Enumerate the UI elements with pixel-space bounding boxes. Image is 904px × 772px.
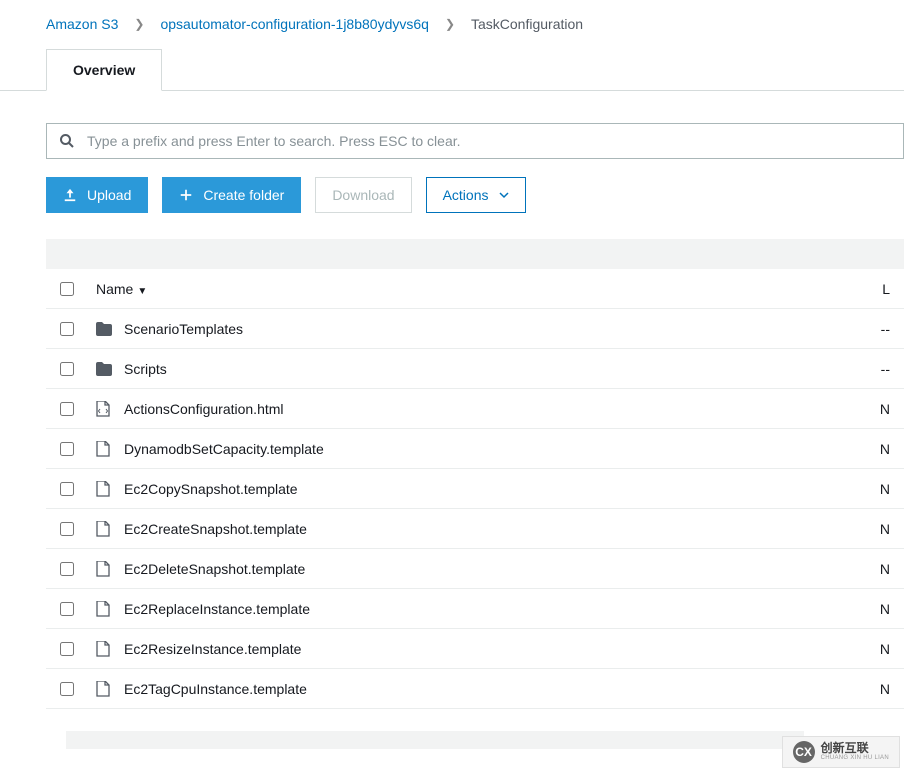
object-last: N bbox=[876, 441, 890, 457]
object-name[interactable]: Scripts bbox=[124, 361, 876, 377]
folder-icon bbox=[96, 322, 124, 336]
create-folder-button[interactable]: Create folder bbox=[162, 177, 301, 213]
object-last: N bbox=[876, 401, 890, 417]
object-name[interactable]: DynamodbSetCapacity.template bbox=[124, 441, 876, 457]
tab-overview[interactable]: Overview bbox=[46, 49, 162, 91]
object-last: N bbox=[876, 681, 890, 697]
table-row[interactable]: Ec2TagCpuInstance.templateN bbox=[46, 669, 904, 709]
scrollbar[interactable] bbox=[66, 731, 804, 749]
object-name[interactable]: Ec2TagCpuInstance.template bbox=[124, 681, 876, 697]
file-icon bbox=[96, 441, 124, 457]
object-last: N bbox=[876, 521, 890, 537]
object-name[interactable]: Ec2ReplaceInstance.template bbox=[124, 601, 876, 617]
row-checkbox[interactable] bbox=[60, 322, 74, 336]
breadcrumb: Amazon S3 ❯ opsautomator-configuration-1… bbox=[0, 0, 904, 48]
toolbar: Upload Create folder Download Actions bbox=[46, 177, 904, 213]
file-icon bbox=[96, 681, 124, 697]
row-checkbox[interactable] bbox=[60, 562, 74, 576]
table-row[interactable]: Ec2CreateSnapshot.templateN bbox=[46, 509, 904, 549]
object-name[interactable]: Ec2CreateSnapshot.template bbox=[124, 521, 876, 537]
object-last: -- bbox=[876, 321, 890, 337]
chevron-right-icon: ❯ bbox=[445, 17, 455, 31]
table-row[interactable]: Scripts-- bbox=[46, 349, 904, 389]
breadcrumb-current: TaskConfiguration bbox=[471, 16, 583, 32]
chevron-right-icon: ❯ bbox=[134, 17, 144, 31]
row-checkbox[interactable] bbox=[60, 522, 74, 536]
row-checkbox[interactable] bbox=[60, 602, 74, 616]
row-checkbox[interactable] bbox=[60, 362, 74, 376]
table-row[interactable]: Ec2ResizeInstance.templateN bbox=[46, 629, 904, 669]
row-checkbox[interactable] bbox=[60, 682, 74, 696]
column-name-label: Name bbox=[96, 281, 133, 297]
object-table: Name▼ L ScenarioTemplates--Scripts--Acti… bbox=[46, 269, 904, 709]
row-checkbox[interactable] bbox=[60, 402, 74, 416]
table-row[interactable]: ScenarioTemplates-- bbox=[46, 309, 904, 349]
table-header: Name ▼ L bbox=[46, 269, 904, 309]
table-row[interactable]: Ec2CopySnapshot.templateN bbox=[46, 469, 904, 509]
object-name[interactable]: ActionsConfiguration.html bbox=[124, 401, 876, 417]
object-name[interactable]: Ec2CopySnapshot.template bbox=[124, 481, 876, 497]
file-icon bbox=[96, 521, 124, 537]
download-label: Download bbox=[332, 187, 394, 203]
watermark: CX 创新互联 CHUANG XIN HU LIAN bbox=[782, 736, 900, 768]
search-input[interactable] bbox=[87, 124, 903, 158]
watermark-icon: CX bbox=[793, 741, 815, 763]
table-row[interactable]: DynamodbSetCapacity.templateN bbox=[46, 429, 904, 469]
row-checkbox[interactable] bbox=[60, 642, 74, 656]
breadcrumb-root[interactable]: Amazon S3 bbox=[46, 16, 118, 32]
upload-icon bbox=[63, 188, 77, 202]
table-row[interactable]: ActionsConfiguration.htmlN bbox=[46, 389, 904, 429]
object-last: N bbox=[876, 561, 890, 577]
plus-icon bbox=[179, 188, 193, 202]
html-file-icon bbox=[96, 401, 124, 417]
row-checkbox[interactable] bbox=[60, 442, 74, 456]
table-row[interactable]: Ec2DeleteSnapshot.templateN bbox=[46, 549, 904, 589]
actions-label: Actions bbox=[443, 187, 489, 203]
file-icon bbox=[96, 601, 124, 617]
tab-bar: Overview bbox=[0, 48, 904, 91]
object-name[interactable]: ScenarioTemplates bbox=[124, 321, 876, 337]
folder-icon bbox=[96, 362, 124, 376]
object-last: N bbox=[876, 481, 890, 497]
row-checkbox[interactable] bbox=[60, 482, 74, 496]
chevron-down-icon bbox=[499, 190, 509, 200]
upload-button[interactable]: Upload bbox=[46, 177, 148, 213]
upload-label: Upload bbox=[87, 187, 131, 203]
watermark-ch: 创新互联 bbox=[821, 742, 889, 755]
breadcrumb-bucket[interactable]: opsautomator-configuration-1j8b80ydyvs6q bbox=[160, 16, 429, 32]
search-container bbox=[46, 123, 904, 159]
column-header-last[interactable]: L bbox=[876, 281, 890, 297]
file-icon bbox=[96, 481, 124, 497]
create-folder-label: Create folder bbox=[203, 187, 284, 203]
file-icon bbox=[96, 561, 124, 577]
file-icon bbox=[96, 641, 124, 657]
search-icon bbox=[47, 133, 87, 149]
actions-dropdown[interactable]: Actions bbox=[426, 177, 526, 213]
column-header-name[interactable]: Name ▼ bbox=[96, 281, 876, 297]
object-name[interactable]: Ec2ResizeInstance.template bbox=[124, 641, 876, 657]
object-last: N bbox=[876, 601, 890, 617]
select-all-checkbox[interactable] bbox=[60, 282, 74, 296]
table-row[interactable]: Ec2ReplaceInstance.templateN bbox=[46, 589, 904, 629]
object-last: -- bbox=[876, 361, 890, 377]
download-button: Download bbox=[315, 177, 411, 213]
divider-bar bbox=[46, 239, 904, 269]
object-last: N bbox=[876, 641, 890, 657]
object-name[interactable]: Ec2DeleteSnapshot.template bbox=[124, 561, 876, 577]
sort-caret-icon: ▼ bbox=[137, 286, 147, 297]
watermark-en: CHUANG XIN HU LIAN bbox=[821, 755, 889, 762]
